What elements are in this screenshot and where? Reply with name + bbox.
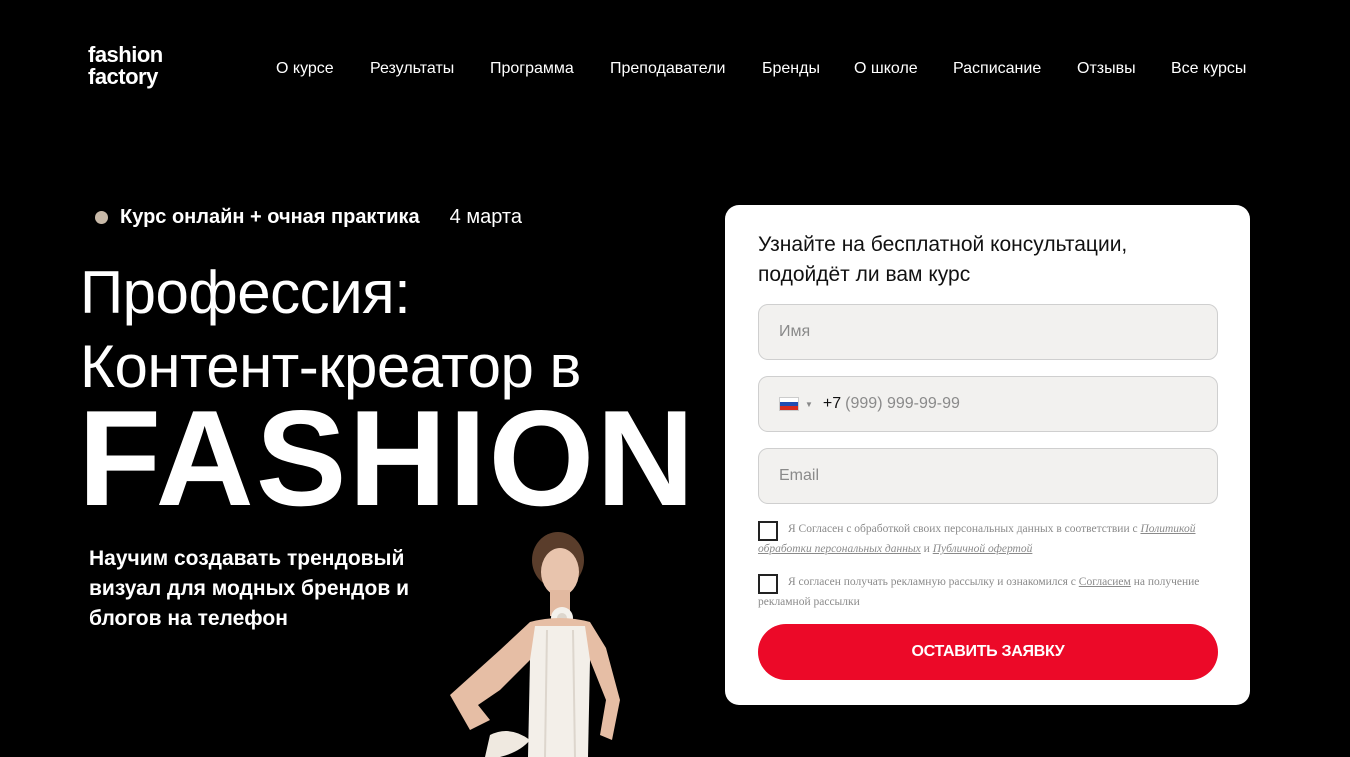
nav-item-about[interactable]: О курсе — [276, 60, 334, 78]
newsletter-consent-link[interactable]: Согласием — [1079, 576, 1131, 588]
consent-personal-data-checkbox[interactable] — [758, 521, 778, 541]
nav-item-results[interactable]: Результаты — [370, 60, 454, 78]
consent-personal-data: Я Согласен с обработкой своих персональн… — [758, 519, 1223, 559]
email-field[interactable]: Email — [758, 448, 1218, 504]
phone-field[interactable]: ▼ +7 (999) 999-99-99 — [758, 376, 1218, 432]
russia-flag-icon[interactable] — [779, 397, 799, 411]
consent-newsletter-text: Я согласен получать рекламную рассылку и… — [758, 572, 1223, 612]
nav-item-all-courses[interactable]: Все курсы — [1171, 60, 1246, 78]
course-type: Курс онлайн + очная практика — [120, 206, 420, 228]
phone-prefix: +7 — [822, 395, 842, 412]
hero-title-line1: Профессия: — [80, 259, 411, 326]
public-offer-link[interactable]: Публичной офертой — [933, 543, 1033, 555]
main-nav: О курсе Результаты Программа Преподавате… — [0, 60, 1350, 80]
nav-item-teachers[interactable]: Преподаватели — [610, 60, 725, 78]
email-placeholder: Email — [779, 467, 820, 484]
consent-personal-data-text: Я Согласен с обработкой своих персональн… — [758, 519, 1223, 559]
nav-item-program[interactable]: Программа — [490, 60, 574, 78]
nav-item-reviews[interactable]: Отзывы — [1077, 60, 1136, 78]
dot-icon — [95, 211, 108, 224]
course-date: 4 марта — [449, 206, 522, 228]
model-photo — [450, 532, 620, 757]
consent-newsletter-checkbox[interactable] — [758, 574, 778, 594]
nav-item-brands[interactable]: Бренды — [762, 60, 820, 78]
hero-subtitle: Научим создавать трендовый визуал для мо… — [89, 547, 409, 630]
phone-placeholder: (999) 999-99-99 — [845, 395, 960, 412]
name-placeholder: Имя — [779, 323, 811, 340]
consent1-text: Я Согласен с обработкой своих персональн… — [788, 523, 1141, 535]
hero-title-big: FASHION — [78, 382, 697, 534]
name-field[interactable]: Имя — [758, 304, 1218, 360]
course-info: Курс онлайн + очная практика 4 марта — [95, 206, 522, 229]
consent-newsletter: Я согласен получать рекламную рассылку и… — [758, 572, 1223, 612]
chevron-down-icon[interactable]: ▼ — [805, 400, 813, 409]
nav-item-school[interactable]: О школе — [854, 60, 918, 78]
submit-button[interactable]: ОСТАВИТЬ ЗАЯВКУ — [758, 624, 1218, 680]
consent2-text: Я согласен получать рекламную рассылку и… — [788, 576, 1079, 588]
consultation-form: Узнайте на бесплатной консультации, подо… — [725, 205, 1250, 705]
consent1-and: и — [920, 543, 933, 555]
nav-item-schedule[interactable]: Расписание — [953, 60, 1041, 78]
form-title: Узнайте на бесплатной консультации, подо… — [758, 233, 1128, 286]
